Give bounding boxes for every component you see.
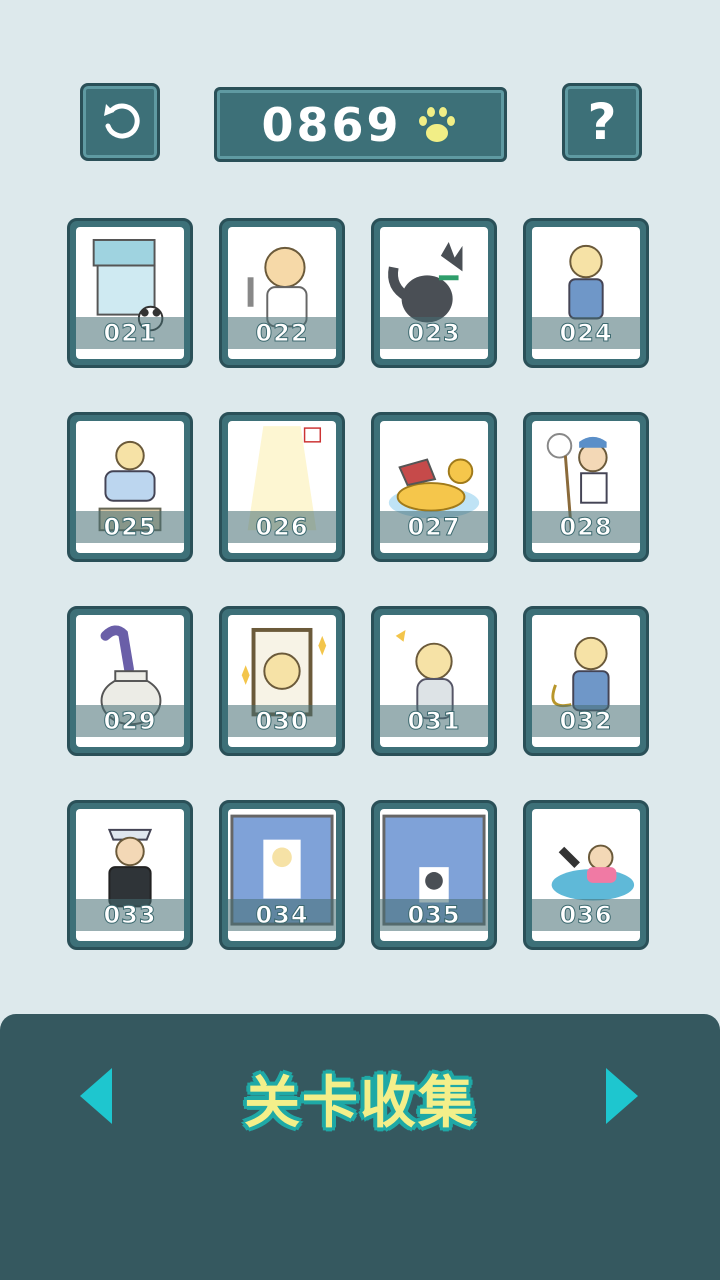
- level-number: 035: [407, 901, 461, 930]
- level-number: 028: [559, 513, 613, 542]
- level-number: 036: [559, 901, 613, 930]
- level-card[interactable]: 033: [67, 800, 193, 950]
- level-card[interactable]: 023: [371, 218, 497, 368]
- level-number: 023: [407, 319, 461, 348]
- paw-icon: [416, 104, 457, 144]
- level-card[interactable]: 024: [523, 218, 649, 368]
- level-card[interactable]: 036: [523, 800, 649, 950]
- level-number: 021: [103, 319, 157, 348]
- level-number: 026: [255, 513, 309, 542]
- level-number: 033: [103, 901, 157, 930]
- level-number: 034: [255, 901, 309, 930]
- level-number: 030: [255, 707, 309, 736]
- score-value: 0869: [261, 97, 402, 152]
- level-number: 032: [559, 707, 613, 736]
- level-card[interactable]: 027: [371, 412, 497, 562]
- help-button[interactable]: ?: [562, 83, 642, 161]
- arrow-right-icon[interactable]: [602, 1066, 642, 1126]
- level-card[interactable]: 026: [219, 412, 345, 562]
- level-number: 024: [559, 319, 613, 348]
- level-number: 027: [407, 513, 461, 542]
- level-number: 031: [407, 707, 461, 736]
- footer-panel: [0, 1014, 720, 1280]
- score-display: 0869: [214, 87, 507, 162]
- level-card[interactable]: 032: [523, 606, 649, 756]
- level-number: 025: [103, 513, 157, 542]
- level-card[interactable]: 035: [371, 800, 497, 950]
- level-card[interactable]: 031: [371, 606, 497, 756]
- back-button[interactable]: [80, 83, 160, 161]
- level-card[interactable]: 029: [67, 606, 193, 756]
- undo-arrow-icon: [104, 103, 140, 139]
- level-number: 029: [103, 707, 157, 736]
- level-number: 022: [255, 319, 309, 348]
- help-icon: ?: [587, 93, 617, 151]
- level-card[interactable]: 022: [219, 218, 345, 368]
- level-card[interactable]: 028: [523, 412, 649, 562]
- level-card[interactable]: 034: [219, 800, 345, 950]
- level-card[interactable]: 021: [67, 218, 193, 368]
- level-grid: 021 022 023 024 025 026 027 028 029 030 …: [67, 218, 651, 950]
- level-card[interactable]: 025: [67, 412, 193, 562]
- level-card[interactable]: 030: [219, 606, 345, 756]
